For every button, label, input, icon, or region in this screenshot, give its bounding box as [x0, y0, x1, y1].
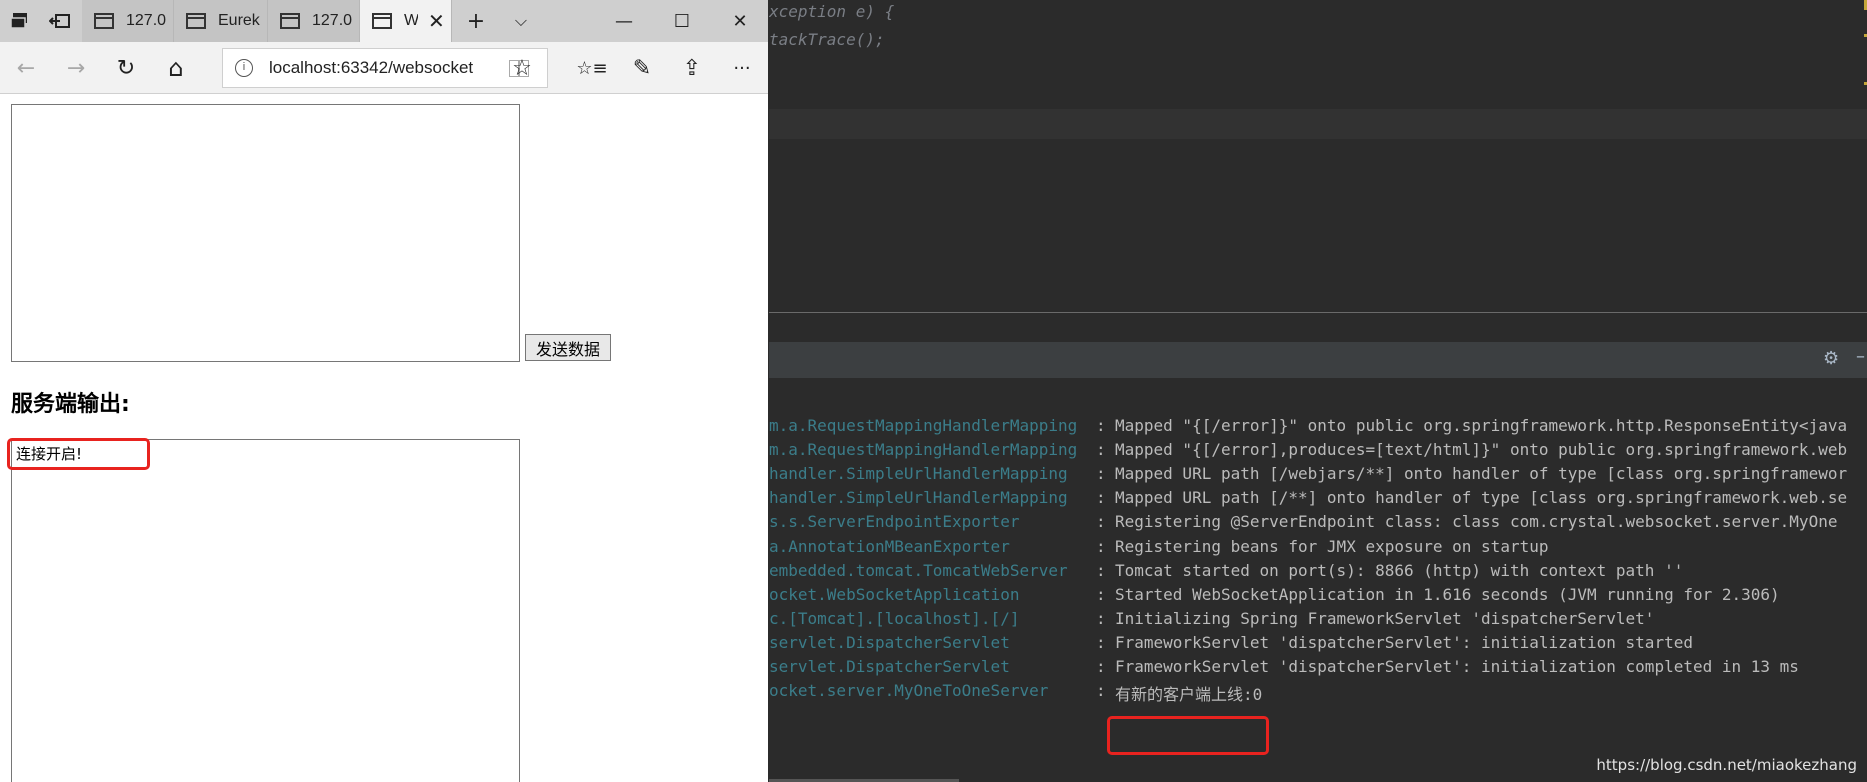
favorite-star-icon[interactable]: ☆ — [498, 42, 546, 94]
log-separator: : — [1096, 536, 1106, 556]
site-info-icon[interactable]: i — [235, 59, 253, 77]
log-separator: : — [1096, 512, 1106, 532]
tab-label: Eurek — [218, 12, 260, 29]
log-message: 有新的客户端上线:0 — [1115, 685, 1263, 705]
log-message: FrameworkServlet 'dispatcherServlet': in… — [1115, 632, 1693, 652]
log-source: embedded.tomcat.TomcatWebServer — [769, 560, 1068, 580]
maximize-button[interactable]: ☐ — [654, 0, 710, 42]
log-separator: : — [1096, 488, 1106, 508]
page-icon — [94, 13, 114, 29]
log-message: Tomcat started on port(s): 8866 (http) w… — [1115, 560, 1684, 580]
tab-actions-icon[interactable] — [0, 0, 40, 42]
watermark: https://blog.csdn.net/miaokezhang — [1596, 756, 1857, 774]
code-line: tackTrace(); — [769, 30, 885, 49]
log-source: handler.SimpleUrlHandlerMapping — [769, 464, 1068, 484]
pen-icon[interactable]: ✎ — [618, 42, 666, 94]
highlight-box — [1107, 716, 1269, 755]
page-icon — [280, 13, 300, 29]
code-editor[interactable]: xception e) { tackTrace(); — [769, 0, 1867, 312]
log-message: Started WebSocketApplication in 1.616 se… — [1115, 584, 1780, 604]
run-tool-header: ⚙ – — [769, 342, 1867, 378]
log-separator: : — [1096, 657, 1106, 676]
log-message: Mapped "{[/error]}" onto public org.spri… — [1115, 416, 1848, 435]
favorites-list-icon[interactable]: ☆≡ — [568, 42, 616, 94]
refresh-icon[interactable]: ↻ — [102, 42, 150, 94]
log-separator: : — [1096, 608, 1106, 628]
back-arrow-icon[interactable]: ← — [2, 42, 50, 94]
forward-arrow-icon[interactable]: → — [52, 42, 100, 94]
page-content: 发送数据 服务端输出: 连接开启! — [0, 94, 768, 782]
tab-label: 127.0 — [312, 12, 353, 29]
ide-window: xception e) { tackTrace(); ⚙ – m.a.Reque… — [769, 0, 1867, 782]
log-source: m.a.RequestMappingHandlerMapping — [769, 416, 1078, 435]
close-tab-icon[interactable]: ✕ — [428, 9, 445, 33]
tab-label: 127.0 — [126, 12, 167, 29]
send-data-button[interactable]: 发送数据 — [525, 334, 611, 361]
new-tab-button[interactable]: + — [452, 0, 500, 42]
log-message: Mapped "{[/error],produces=[text/html]}"… — [1115, 440, 1848, 460]
page-icon — [186, 13, 206, 29]
log-message: Initializing Spring FrameworkServlet 'di… — [1115, 608, 1655, 628]
log-separator: : — [1096, 632, 1106, 652]
log-separator: : — [1096, 584, 1106, 604]
url-text[interactable]: localhost:63342/websocket — [269, 58, 473, 78]
log-message: Registering beans for JMX exposure on st… — [1115, 536, 1549, 556]
log-source: c.[Tomcat].[localhost].[/] — [769, 608, 1020, 628]
log-separator: : — [1096, 464, 1106, 484]
log-message: FrameworkServlet 'dispatcherServlet': in… — [1115, 657, 1799, 676]
log-separator: : — [1096, 560, 1106, 580]
gear-icon[interactable]: ⚙ — [1823, 350, 1841, 368]
hide-panel-icon[interactable]: – — [1856, 346, 1865, 367]
log-message: Registering @ServerEndpoint class: class… — [1115, 512, 1838, 532]
tab-active[interactable]: W ✕ — [360, 0, 452, 42]
minimize-button[interactable]: — — [596, 0, 652, 42]
log-separator: : — [1096, 416, 1106, 435]
navigation-bar: ← → ↻ ⌂ i localhost:63342/websocket ☆ ☆≡… — [0, 42, 768, 94]
share-icon[interactable]: ⇪ — [668, 42, 716, 94]
browser-window: 127.0 Eurek 127.0 W ✕ + ⌵ — ☐ ✕ ← → ↻ ⌂ … — [0, 0, 768, 782]
tab-label: W — [404, 12, 418, 29]
tab[interactable]: Eurek — [174, 0, 268, 42]
log-source: handler.SimpleUrlHandlerMapping — [769, 488, 1068, 508]
tab-bar: 127.0 Eurek 127.0 W ✕ + ⌵ — ☐ ✕ — [0, 0, 768, 42]
run-console[interactable]: m.a.RequestMappingHandlerMapping: Mapped … — [769, 378, 1867, 782]
log-source: servlet.DispatcherServlet — [769, 657, 1010, 676]
log-message: Mapped URL path [/webjars/**] onto handl… — [1115, 464, 1848, 484]
home-icon[interactable]: ⌂ — [152, 42, 200, 94]
code-line: xception e) { — [769, 2, 895, 21]
tab[interactable]: 127.0 — [82, 0, 174, 42]
log-source: m.a.RequestMappingHandlerMapping — [769, 440, 1078, 460]
highlight-box — [7, 438, 150, 470]
page-icon — [372, 13, 392, 29]
log-separator: : — [1096, 440, 1106, 460]
log-separator: : — [1096, 681, 1106, 701]
log-source: s.s.ServerEndpointExporter — [769, 512, 1020, 532]
log-source: ocket.WebSocketApplication — [769, 584, 1020, 604]
log-source: a.AnnotationMBeanExporter — [769, 536, 1010, 556]
log-source: ocket.server.MyOneToOneServer — [769, 681, 1049, 701]
panel-divider[interactable] — [769, 312, 1867, 313]
message-input[interactable] — [11, 104, 520, 362]
server-output-area[interactable]: 连接开启! — [11, 439, 520, 782]
current-line-highlight — [769, 109, 1867, 139]
log-source: servlet.DispatcherServlet — [769, 632, 1010, 652]
more-icon[interactable]: ··· — [718, 42, 766, 94]
tab[interactable]: 127.0 — [268, 0, 360, 42]
tab-list-chevron-icon[interactable]: ⌵ — [500, 0, 542, 42]
close-window-button[interactable]: ✕ — [712, 0, 768, 42]
set-aside-tabs-icon[interactable] — [40, 0, 80, 42]
server-output-heading: 服务端输出: — [11, 392, 130, 417]
log-message: Mapped URL path [/**] onto handler of ty… — [1115, 488, 1848, 508]
